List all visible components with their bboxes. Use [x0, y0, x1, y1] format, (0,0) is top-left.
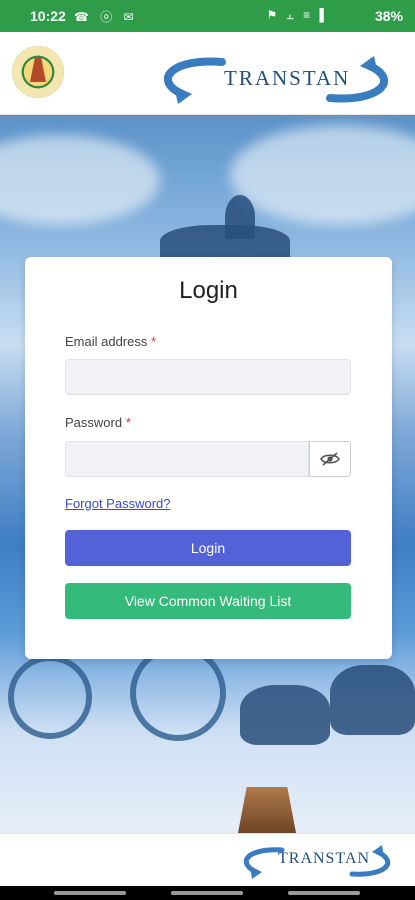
- brand-name: TRANSTAN: [224, 66, 351, 90]
- footer-brand-name: TRANSTAN: [278, 850, 371, 867]
- view-waiting-list-button[interactable]: View Common Waiting List: [65, 583, 351, 619]
- status-bar: 10:22 ☎ ⓞ ✉ ⚑ ⫠ ≡ ▌ 38%: [0, 0, 415, 32]
- email-label-text: Email address: [65, 334, 148, 349]
- temple-icon: [30, 58, 46, 82]
- nav-back-handle[interactable]: [288, 891, 360, 895]
- temple-tower-image: [238, 787, 296, 833]
- email-label: Email address *: [65, 334, 156, 349]
- system-navigation-bar: [0, 886, 415, 900]
- password-label-text: Password: [65, 415, 123, 430]
- status-time: 10:22: [30, 8, 66, 24]
- notification-icons: ☎ ⓞ ✉: [74, 10, 138, 24]
- password-label: Password *: [65, 415, 131, 430]
- toggle-password-visibility-button[interactable]: [309, 441, 351, 477]
- eye-off-icon: [320, 452, 340, 466]
- transtan-logo: TRANSTAN: [152, 50, 400, 110]
- forgot-password-link[interactable]: Forgot Password?: [65, 496, 171, 511]
- tamil-nadu-emblem-icon: [12, 46, 64, 98]
- email-field[interactable]: [65, 359, 351, 395]
- nav-recents-handle[interactable]: [54, 891, 126, 895]
- login-button[interactable]: Login: [65, 530, 351, 566]
- login-card: Login Email address * Password * Forgot …: [25, 257, 392, 659]
- battery-level: 38%: [374, 8, 403, 24]
- system-icons: ⚑ ⫠ ≡ ▌: [266, 8, 331, 22]
- login-title: Login: [179, 277, 238, 304]
- app-header: TRANSTAN: [0, 32, 415, 115]
- required-marker: *: [151, 334, 157, 349]
- nav-home-handle[interactable]: [171, 891, 243, 895]
- password-field[interactable]: [65, 441, 309, 477]
- required-marker: *: [125, 415, 131, 430]
- footer-transtan-logo: TRANSTAN: [236, 842, 398, 882]
